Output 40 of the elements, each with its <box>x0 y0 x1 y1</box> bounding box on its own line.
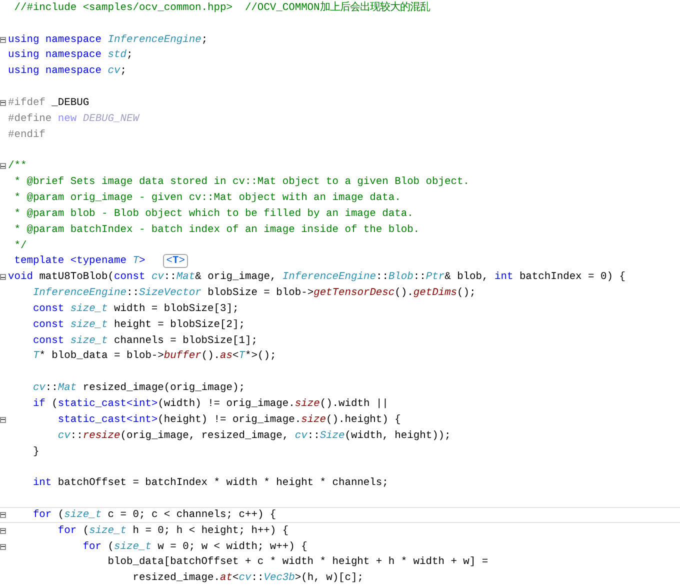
collapse-icon[interactable] <box>0 163 6 170</box>
code-line: InferenceEngine::SizeVector blobSize = blob->getTensorDesc().getDims(); <box>32 286 476 300</box>
collapse-icon[interactable] <box>0 416 6 423</box>
code-line: /** <box>8 159 27 174</box>
code-line: * @param batchIndex - batch index of an image inside of the blob. <box>13 222 420 237</box>
code-line: * @param blob - Blob object which to be filled by an image data. <box>13 206 414 221</box>
code-line: using namespace cv; <box>8 64 127 78</box>
code-line: using namespace std; <box>8 48 133 62</box>
code-line: if (static_cast<int>(width) != orig_image.size().width || <box>32 397 388 412</box>
code-line: resized_image.at<cv::Vec3b>(h, w)[c]; <box>132 571 364 586</box>
code-line: T* blob_data = blob->buffer().as<T*>(); <box>32 349 276 364</box>
code-line: void matU8ToBlob(const cv::Mat& orig_image, InferenceEngine::Blob::Ptr& blob, int batchIndex = 0) { <box>8 270 626 284</box>
code-line: const size_t height = blobSize[2]; <box>32 318 245 332</box>
collapse-icon[interactable] <box>0 544 6 550</box>
code-line: * @brief Sets image data stored in cv::Mat object to a given Blob object. <box>13 175 470 190</box>
code-line: */ <box>13 238 27 253</box>
collapse-icon[interactable] <box>0 36 6 43</box>
code-line: } <box>32 444 40 459</box>
collapse-icon[interactable] <box>0 512 6 518</box>
code-line: const size_t channels = blobSize[1]; <box>32 334 258 348</box>
code-line: blob_data[batchOffset + c * width * height + h * width + w] = <box>106 555 488 570</box>
code-line: cv::resize(orig_image, resized_image, cv::Size(width, height)); <box>56 428 451 443</box>
code-line: cv::Mat resized_image(orig_image); <box>32 381 245 396</box>
code-line: for (size_t c = 0; c < channels; c++) { <box>32 508 276 522</box>
code-line: using namespace InferenceEngine; <box>8 32 208 47</box>
code-line: template <typename T> <box>13 254 146 268</box>
template-hint[interactable]: <T> <box>163 254 188 268</box>
code-line: #endif <box>8 128 46 142</box>
collapse-icon[interactable] <box>0 528 6 534</box>
code-line: static_cast<int>(height) != orig_image.size().height) { <box>56 412 401 427</box>
code-line: int batchOffset = batchIndex * width * height * channels; <box>32 476 388 490</box>
code-line: #define new DEBUG_NEW <box>8 112 139 126</box>
collapse-icon[interactable] <box>0 274 6 280</box>
code-line: const size_t width = blobSize[3]; <box>32 302 239 316</box>
code-line: #ifdef _DEBUG <box>8 96 90 110</box>
code-line: for (size_t w = 0; w < width; w++) { <box>82 540 308 554</box>
code-line: * @param orig_image - given cv::Mat object with an image data. <box>13 191 401 206</box>
code-line: for (size_t h = 0; h < height; h++) { <box>56 524 289 538</box>
code-line: //#include <samples/ocv_common.hpp> //OCV_COMMON加上后会出现较大的混乱 <box>13 0 430 15</box>
collapse-icon[interactable] <box>0 100 6 106</box>
